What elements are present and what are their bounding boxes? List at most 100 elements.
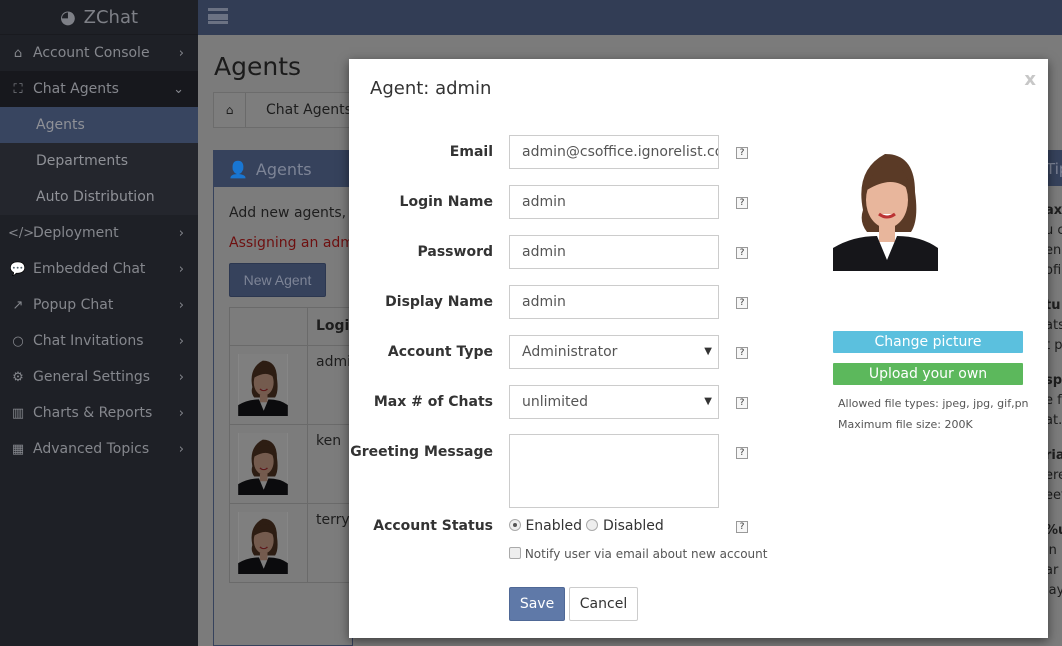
agent-photo — [833, 140, 938, 271]
notify-label[interactable]: Notify user via email about new account — [525, 547, 768, 561]
help-icon[interactable]: ? — [736, 247, 748, 259]
email-label: Email — [449, 144, 493, 160]
sidebar-item-popup-chat[interactable]: ↗ Popup Chat › — [0, 287, 198, 323]
chevron-down-icon: ⌄ — [173, 81, 184, 97]
label: Popup Chat — [33, 297, 114, 313]
sidebar-item-chat-agents[interactable]: ⛶ Chat Agents ⌄ — [0, 71, 198, 107]
label: Advanced Topics — [33, 441, 150, 457]
sidebar-item-advanced-topics[interactable]: ▦ Advanced Topics › — [0, 431, 198, 467]
help-icon[interactable]: ? — [736, 297, 748, 309]
sidebar-subitem-departments[interactable]: Departments — [0, 143, 198, 179]
login-name-field[interactable]: admin — [509, 185, 719, 219]
sidebar-item-charts-reports[interactable]: ▥ Charts & Reports › — [0, 395, 198, 431]
label: General Settings — [33, 369, 151, 385]
new-agent-button[interactable]: New Agent — [229, 263, 326, 297]
label: Chat Agents — [33, 81, 119, 97]
help-icon[interactable]: ? — [736, 347, 748, 359]
chevron-right-icon: › — [178, 45, 184, 61]
panel-title: Agents — [255, 159, 312, 179]
password-field[interactable]: admin — [509, 235, 719, 269]
sidebar-item-general-settings[interactable]: ⚙ General Settings › — [0, 359, 198, 395]
help-icon[interactable]: ? — [736, 397, 748, 409]
sidebar-item-embedded-chat[interactable]: 💬 Embedded Chat › — [0, 251, 198, 287]
close-icon[interactable]: x — [1024, 69, 1036, 90]
account-type-label: Account Type — [387, 344, 493, 360]
help-icon[interactable]: ? — [736, 147, 748, 159]
header-photo — [229, 307, 308, 346]
display-name-field[interactable]: admin — [509, 285, 719, 319]
sidebar-subitem-auto-distribution[interactable]: Auto Distribution — [0, 179, 198, 215]
caret-down-icon: ▼ — [704, 396, 712, 407]
max-chats-label: Max # of Chats — [373, 394, 493, 410]
max-chats-select[interactable]: unlimited ▼ — [509, 385, 719, 419]
agents-panel: 👤 Agents Add new agents, d Assigning an a… — [213, 150, 369, 646]
max-file-size: Maximum file size: 200K — [838, 418, 973, 431]
greeting-textarea[interactable] — [509, 434, 719, 508]
disabled-radio[interactable] — [586, 519, 599, 531]
chevron-right-icon: › — [178, 441, 184, 457]
table-row[interactable]: admi — [229, 345, 369, 425]
notify-checkbox[interactable] — [509, 547, 521, 559]
agent-modal: Agent: admin x Email admin@csoffice.ignor… — [349, 59, 1048, 638]
change-picture-button[interactable]: Change picture — [833, 331, 1023, 353]
selected-value: unlimited — [522, 394, 589, 410]
cogs-icon: ⚙ — [12, 369, 24, 385]
external-link-icon: ↗ — [12, 297, 24, 313]
sitemap-icon: ⛶ — [13, 81, 23, 97]
table-row[interactable]: terry — [229, 503, 369, 583]
agents-table: Login admi ken terry — [229, 307, 369, 583]
user-icon: 👤 — [228, 159, 248, 179]
disabled-label[interactable]: Disabled — [603, 518, 664, 534]
menu-toggle-icon[interactable] — [208, 8, 228, 24]
caret-down-icon: ▼ — [704, 346, 712, 357]
agent-photo — [238, 354, 288, 416]
breadcrumb-item[interactable]: Chat Agents — [246, 102, 352, 118]
help-icon[interactable]: ? — [736, 197, 748, 209]
panel-description: Add new agents, d — [229, 205, 360, 221]
greeting-label: Greeting Message — [350, 444, 493, 460]
sidebar-item-chat-invitations[interactable]: ○ Chat Invitations › — [0, 323, 198, 359]
table-row[interactable]: ken — [229, 424, 369, 504]
sidebar-subitem-agents[interactable]: Agents — [0, 107, 198, 143]
panel-warning: Assigning an admi — [229, 235, 358, 251]
agent-photo — [238, 512, 288, 574]
bar-chart-icon: ▥ — [11, 405, 25, 421]
help-icon[interactable]: ? — [736, 521, 748, 533]
label: Account Console — [33, 45, 150, 61]
sidebar-item-deployment[interactable]: </> Deployment › — [0, 215, 198, 251]
help-icon[interactable]: ? — [736, 447, 748, 459]
allowed-file-types: Allowed file types: jpeg, jpg, gif,png — [838, 397, 1028, 410]
account-type-select[interactable]: Administrator ▼ — [509, 335, 719, 369]
dashboard-icon: ◕ — [59, 6, 76, 28]
chevron-right-icon: › — [178, 369, 184, 385]
sidebar-item-account-console[interactable]: ⌂ Account Console › — [0, 35, 198, 71]
code-icon: </> — [8, 225, 35, 241]
label: Deployment — [33, 225, 119, 241]
display-name-label: Display Name — [385, 294, 493, 310]
label: Charts & Reports — [33, 405, 153, 421]
brand[interactable]: ◕ ZChat — [0, 0, 198, 35]
app-name: ZChat — [83, 6, 139, 28]
home-icon[interactable]: ⌂ — [214, 93, 246, 127]
email-field[interactable]: admin@csoffice.ignorelist.com — [509, 135, 719, 169]
label: Chat Invitations — [33, 333, 144, 349]
chevron-right-icon: › — [178, 225, 184, 241]
status-label: Account Status — [373, 518, 493, 534]
save-button[interactable]: Save — [509, 587, 565, 621]
enabled-label[interactable]: Enabled — [525, 518, 582, 534]
chevron-right-icon: › — [178, 297, 184, 313]
chevron-right-icon: › — [178, 405, 184, 421]
chevron-right-icon: › — [178, 261, 184, 277]
cancel-button[interactable]: Cancel — [569, 587, 638, 621]
home-icon: ⌂ — [13, 45, 23, 61]
sidebar: ◕ ZChat ⌂ Account Console › ⛶ Chat Agents ⌄ A… — [0, 0, 198, 646]
label: Embedded Chat — [33, 261, 146, 277]
comments-icon: 💬 — [9, 261, 27, 277]
selected-value: Administrator — [522, 344, 618, 360]
enabled-radio[interactable] — [509, 519, 521, 531]
agent-photo — [238, 433, 288, 495]
login-label: Login Name — [399, 194, 493, 210]
upload-picture-button[interactable]: Upload your own — [833, 363, 1023, 385]
password-label: Password — [417, 244, 493, 260]
modal-title: Agent: admin — [370, 78, 492, 99]
